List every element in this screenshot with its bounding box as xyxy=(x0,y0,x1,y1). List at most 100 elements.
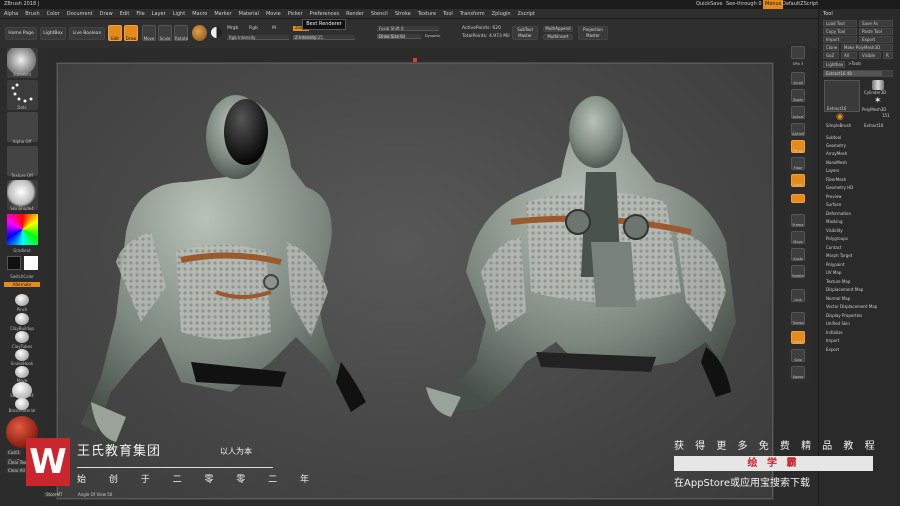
export-button[interactable]: Export xyxy=(859,36,893,43)
subpalette-displacement-map[interactable]: Displacement Map xyxy=(826,287,863,292)
subpalette-geometry[interactable]: Geometry xyxy=(826,143,846,148)
subpalette-polypaint[interactable]: Polypaint xyxy=(826,262,844,267)
subpalette-masking[interactable]: Masking xyxy=(826,219,843,224)
paste-tool-button[interactable]: Paste Tool xyxy=(859,28,893,35)
menu-stencil[interactable]: Stencil xyxy=(371,11,388,17)
r-button[interactable]: R xyxy=(883,52,893,59)
extract16-thumbnail[interactable]: Extract16 xyxy=(824,80,860,112)
projection-master-button[interactable]: Projection Master xyxy=(578,26,608,40)
subpalette-uv-map[interactable]: UV Map xyxy=(826,270,841,275)
clear-tex-button[interactable]: Clear Tex xyxy=(7,460,28,465)
default-zscript-button[interactable]: DefaultZScript xyxy=(782,0,818,9)
move-view-icon[interactable]: Move xyxy=(791,231,805,244)
subpalette-arraymesh[interactable]: ArrayMesh xyxy=(826,151,847,156)
subpalette-contact[interactable]: Contact xyxy=(826,245,842,250)
menu-document[interactable]: Document xyxy=(67,11,93,17)
gyro-icon[interactable] xyxy=(791,194,805,203)
move-brush-icon[interactable] xyxy=(15,366,29,378)
switch-color-label[interactable]: SwitchColor xyxy=(4,274,40,279)
subpalette-deformation[interactable]: Deformation xyxy=(826,211,851,216)
cylinder3d-thumbnail[interactable]: Cylinder3D xyxy=(862,80,894,96)
m-button[interactable]: M xyxy=(272,26,276,31)
menu-stroke[interactable]: Stroke xyxy=(395,11,411,17)
menu-zplugin[interactable]: Zplugin xyxy=(492,11,511,17)
menu-picker[interactable]: Picker xyxy=(288,11,303,17)
lightbox-tools-button[interactable]: Lightbox xyxy=(823,61,845,68)
focal-shift-slider[interactable]: Focal Shift 0 xyxy=(377,26,439,31)
alternate-button[interactable]: Alternate xyxy=(4,282,40,287)
menu-file[interactable]: File xyxy=(136,11,144,17)
simplebrush-thumbnail[interactable]: ◉ SimpleBrush xyxy=(824,112,860,129)
claybuildup-brush-icon[interactable] xyxy=(15,313,29,325)
menu-color[interactable]: Color xyxy=(47,11,60,17)
import-button[interactable]: Import xyxy=(823,36,857,43)
menu-render[interactable]: Render xyxy=(346,11,364,17)
clear-all-button[interactable]: Clear All xyxy=(7,468,26,473)
menu-layer[interactable]: Layer xyxy=(152,11,166,17)
clone-button[interactable]: Clone xyxy=(823,44,839,51)
subpalette-morph-target[interactable]: Morph Target xyxy=(826,253,852,258)
line-fill-icon[interactable]: Line Fill xyxy=(791,289,805,322)
menu-tool[interactable]: Tool xyxy=(443,11,453,17)
xpose-icon[interactable]: Xpose xyxy=(791,366,805,379)
menu-zscript[interactable]: Zscript xyxy=(518,11,535,17)
color-picker-icon[interactable] xyxy=(211,27,222,38)
rgb-button[interactable]: Rgb xyxy=(249,26,258,31)
menu-preferences[interactable]: Preferences xyxy=(310,11,339,17)
persp-icon[interactable]: Persp xyxy=(791,140,805,153)
aahalf-icon[interactable]: AAHalf xyxy=(791,123,805,136)
floor-icon[interactable]: Floor xyxy=(791,157,805,170)
pinch-brush-icon[interactable] xyxy=(15,294,29,306)
lightbox-button[interactable]: LightBox xyxy=(40,27,66,40)
quicksave-button[interactable]: QuickSave xyxy=(696,0,722,9)
draw-mode-button[interactable]: Draw xyxy=(124,25,138,41)
snakehook-brush-icon[interactable] xyxy=(15,349,29,361)
subpalette-export[interactable]: Export xyxy=(826,347,839,352)
menu-movie[interactable]: Movie xyxy=(266,11,281,17)
primary-color-swatch[interactable] xyxy=(24,256,38,270)
menu-transform[interactable]: Transform xyxy=(460,11,485,17)
menu-light[interactable]: Light xyxy=(173,11,185,17)
subpalette-visibility[interactable]: Visibility xyxy=(826,228,843,233)
ghost-icon[interactable]: Ghost xyxy=(791,331,805,344)
subpalette-subtool[interactable]: Subtool xyxy=(826,135,841,140)
subpalette-import[interactable]: Import xyxy=(826,338,839,343)
draw-size-slider[interactable]: Draw Size 64 xyxy=(377,34,421,39)
rgb-intensity-slider[interactable]: Rgb Intensity xyxy=(227,35,289,40)
subpalette-texture-map[interactable]: Texture Map xyxy=(826,279,850,284)
polymesh3d-thumbnail[interactable]: ✶ PolyMesh3D xyxy=(862,96,894,113)
see-through-slider[interactable]: See-through 0 xyxy=(726,0,762,9)
rotate-view-icon[interactable]: Rotate xyxy=(791,265,805,278)
color-picker-wheel[interactable] xyxy=(7,214,38,245)
bpr-render-icon[interactable] xyxy=(791,46,805,59)
extract16-small-thumbnail[interactable]: 151 Extract16 xyxy=(862,113,894,129)
subpalette-normal-map[interactable]: Normal Map xyxy=(826,296,850,301)
subpalette-polygroups[interactable]: Polygroups xyxy=(826,236,848,241)
copy-tool-button[interactable]: Copy Tool xyxy=(823,28,857,35)
store-mt-button[interactable]: StoreMT xyxy=(44,492,65,497)
material-swatch-icon[interactable] xyxy=(192,25,207,41)
extract-slider[interactable]: Extract16 48 xyxy=(823,70,893,77)
cust1-button[interactable]: Cust1 xyxy=(7,450,21,455)
subpalette-fibermesh[interactable]: FiberMesh xyxy=(826,177,846,182)
local-icon[interactable]: Local xyxy=(791,174,805,187)
texture-thumbnail[interactable] xyxy=(7,146,38,176)
menu-marker[interactable]: Marker xyxy=(214,11,231,17)
tools-link[interactable]: >Tools xyxy=(846,61,870,68)
rotate-mode-button[interactable]: Rotate xyxy=(174,25,188,41)
menu-texture[interactable]: Texture xyxy=(418,11,436,17)
angle-of-view-slider[interactable]: Angle Of View 50 xyxy=(78,492,112,497)
subtool-master-button[interactable]: SubTool Master xyxy=(512,26,538,40)
make-polymesh3d-button[interactable]: Make PolyMesh3D xyxy=(841,44,893,51)
subpalette-geometry-hd[interactable]: Geometry HD xyxy=(826,185,853,190)
scale-mode-button[interactable]: Scale xyxy=(158,25,172,41)
zoom-icon[interactable]: Zoom xyxy=(791,89,805,102)
live-boolean-button[interactable]: Live Boolean xyxy=(69,27,105,40)
solo-icon[interactable]: Solo xyxy=(791,349,805,362)
menu-draw[interactable]: Draw xyxy=(100,11,113,17)
subpalette-layers[interactable]: Layers xyxy=(826,168,839,173)
actual-icon[interactable]: Actual xyxy=(791,106,805,119)
mrgb-button[interactable]: Mrgb xyxy=(227,26,238,31)
menu-macro[interactable]: Macro xyxy=(192,11,207,17)
dynamic-toggle[interactable]: Dynamic xyxy=(425,34,440,38)
